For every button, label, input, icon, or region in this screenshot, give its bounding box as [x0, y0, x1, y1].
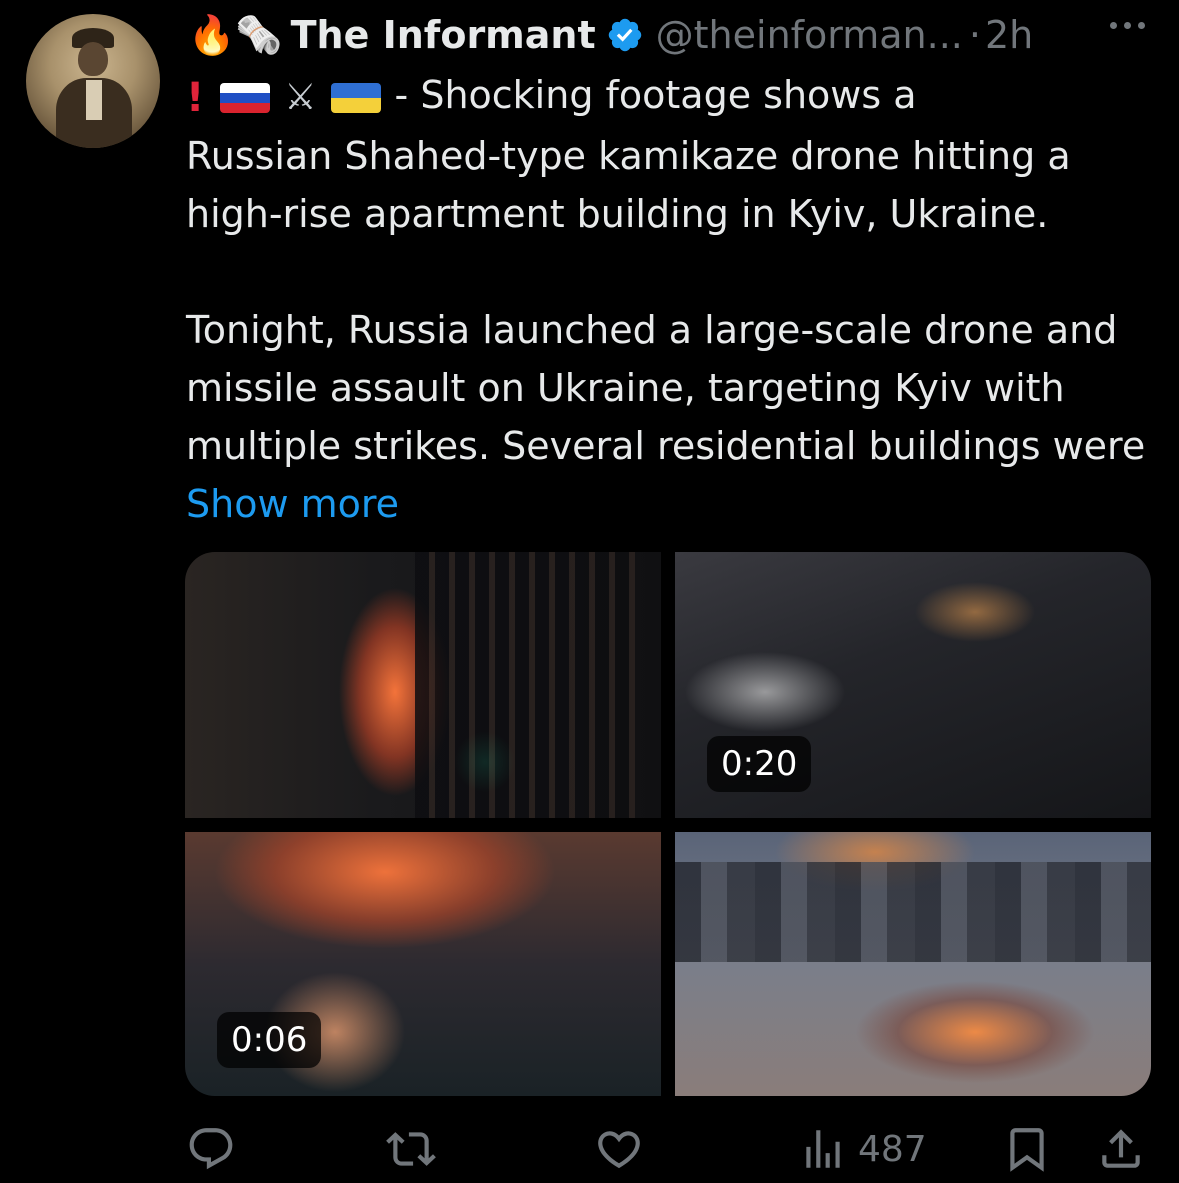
bookmark-icon [1010, 1128, 1044, 1172]
more-options-icon[interactable] [1110, 22, 1145, 29]
media-image-1[interactable] [185, 552, 661, 818]
video-duration-badge: 0:20 [707, 736, 812, 792]
first-line-text: - Shocking footage shows a [394, 73, 917, 117]
views-count: 487 [858, 1128, 927, 1170]
verified-badge-icon [608, 18, 641, 52]
name-emoji: 🔥🗞️ [188, 13, 283, 57]
crossed-swords-icon: ⚔ [284, 76, 317, 118]
pixelated-area [675, 862, 1151, 962]
tweet-first-line: ! ⚔ - Shocking footage shows a [186, 66, 1146, 127]
views-chart-icon [806, 1130, 840, 1168]
tweet-text: ! ⚔ - Shocking footage shows a Russian S… [186, 66, 1146, 533]
separator-dot: · [968, 13, 981, 57]
paragraph-2-text: Tonight, Russia launched a large-scale d… [186, 307, 1146, 468]
avatar-head [78, 42, 108, 76]
tweet-header: 🔥🗞️ The Informant @theinforman... · 2h [188, 10, 1033, 60]
author-handle[interactable]: @theinforman... [656, 13, 963, 57]
share-icon [1102, 1129, 1140, 1168]
exclamation-icon: ! [186, 74, 205, 121]
building-silhouette [415, 552, 635, 818]
flag-row: ! ⚔ [186, 69, 395, 127]
tweet-paragraph-1: Russian Shahed-type kamikaze drone hitti… [186, 133, 1071, 236]
repost-icon [386, 1132, 436, 1166]
reply-icon [189, 1128, 233, 1170]
action-bar: 487 [186, 1120, 1146, 1176]
bookmark-button[interactable] [1002, 1124, 1052, 1174]
avatar[interactable] [26, 14, 160, 148]
author-name[interactable]: The Informant [291, 13, 596, 57]
views-button[interactable]: 487 [798, 1124, 927, 1174]
post-time[interactable]: 2h [985, 13, 1033, 57]
reply-button[interactable] [186, 1124, 236, 1174]
avatar-shirt [86, 80, 102, 120]
heart-icon [598, 1131, 640, 1169]
russia-flag-icon [220, 82, 271, 113]
media-grid: 0:20 0:06 [185, 552, 1151, 1096]
show-more-link[interactable]: Show more [186, 482, 399, 526]
ukraine-flag-icon [330, 82, 381, 113]
media-image-2[interactable] [675, 832, 1151, 1096]
repost-button[interactable] [386, 1124, 436, 1174]
like-button[interactable] [594, 1124, 644, 1174]
tweet-paragraph-2: Tonight, Russia launched a large-scale d… [186, 301, 1146, 533]
share-button[interactable] [1096, 1124, 1146, 1174]
video-duration-badge: 0:06 [217, 1012, 322, 1068]
